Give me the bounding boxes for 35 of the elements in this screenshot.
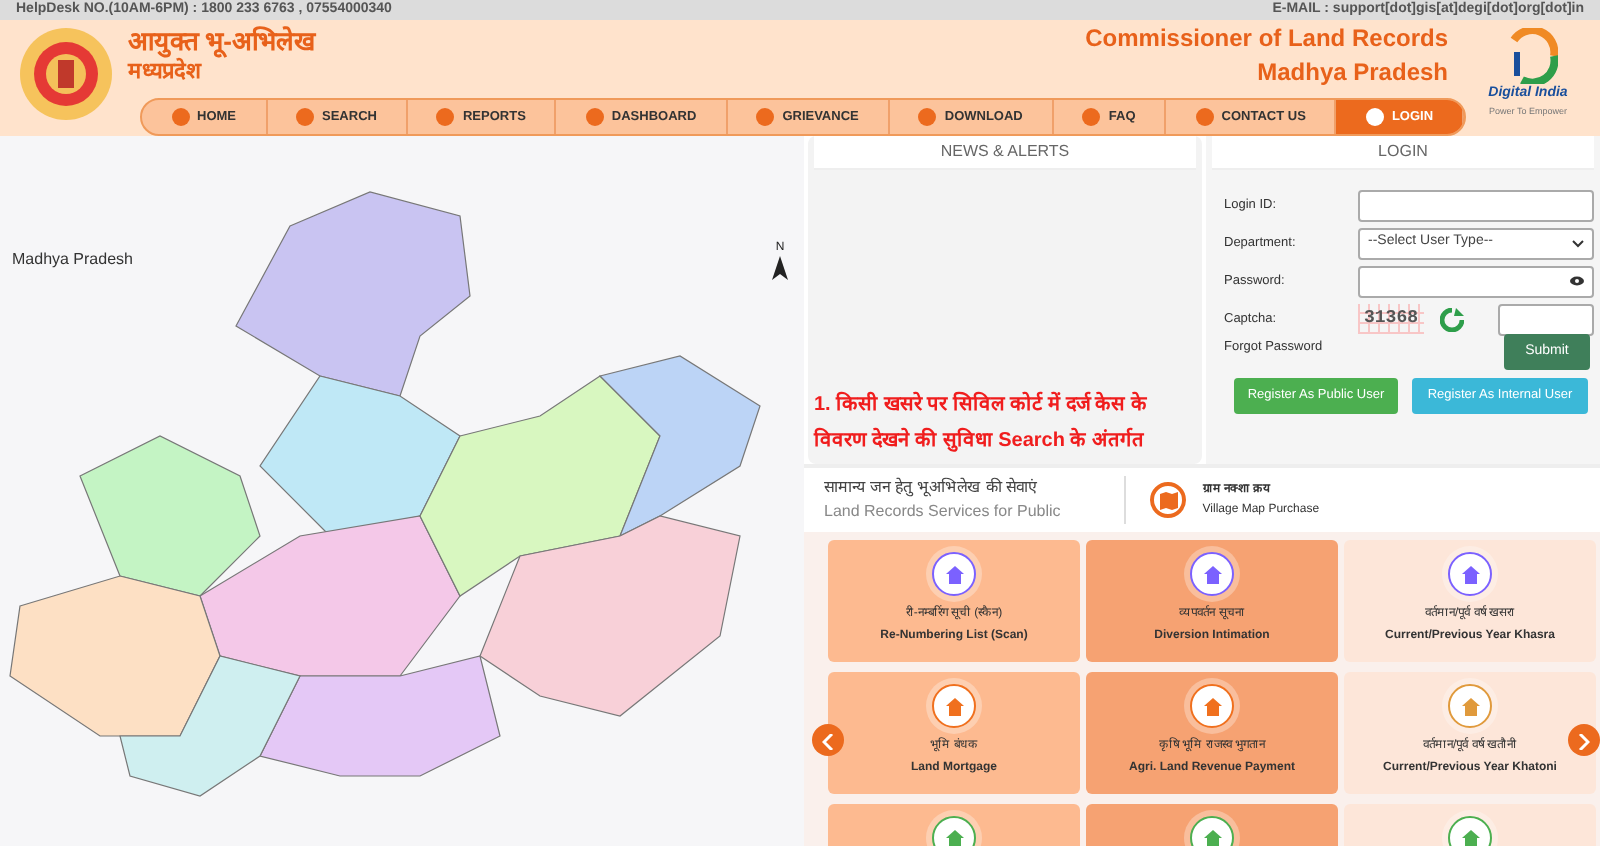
map-title: Madhya Pradesh (12, 248, 133, 272)
house-icon (1190, 552, 1234, 596)
house-icon (1448, 552, 1492, 596)
nav-icon (756, 108, 775, 126)
input-field[interactable] (1358, 189, 1594, 221)
eye-icon[interactable] (1570, 276, 1584, 286)
panel-heading: NEWS & ALERTS (814, 136, 1196, 170)
site-subtitle: मध्यप्रदेश (128, 58, 204, 88)
site-title: आयुक्त भू-अभिलेख (128, 26, 316, 58)
nav-icon (296, 108, 315, 126)
captcha-image: 31368 (1358, 303, 1425, 335)
nav-icon (1082, 108, 1101, 126)
house-icon (1190, 684, 1234, 728)
state-name: Madhya Pradesh (1255, 58, 1448, 88)
password-field[interactable] (1358, 265, 1594, 297)
refresh-icon[interactable] (1440, 307, 1465, 331)
captcha-input[interactable] (1498, 303, 1594, 335)
panel-heading: LOGIN (1212, 136, 1594, 170)
nav-icon (918, 108, 937, 126)
nav-icon (585, 108, 604, 126)
nav-icon (1195, 108, 1214, 126)
caret-icon (1572, 239, 1584, 247)
house-icon (932, 552, 976, 596)
nav-icon (1365, 108, 1384, 126)
services-title: सामान्य जन हेतु भूअभिलेख की सेवाएं (824, 476, 1039, 500)
map-icon[interactable] (1150, 482, 1187, 518)
news-item: 1. किसी खसरे पर सिविल कोर्ट में दर्ज केस के विवरण देखने की सुविधा Search के अंतर्गत (811, 389, 1149, 456)
nav-icon (436, 108, 455, 126)
department-title: Commissioner of Land Records (1085, 24, 1448, 54)
north-arrow-icon (772, 256, 788, 280)
nav-icon (171, 108, 189, 126)
emblem-icon (20, 28, 112, 120)
house-icon (932, 684, 976, 728)
services-subtitle: Land Records Services for Public (824, 500, 1061, 524)
house-icon (1448, 684, 1492, 728)
